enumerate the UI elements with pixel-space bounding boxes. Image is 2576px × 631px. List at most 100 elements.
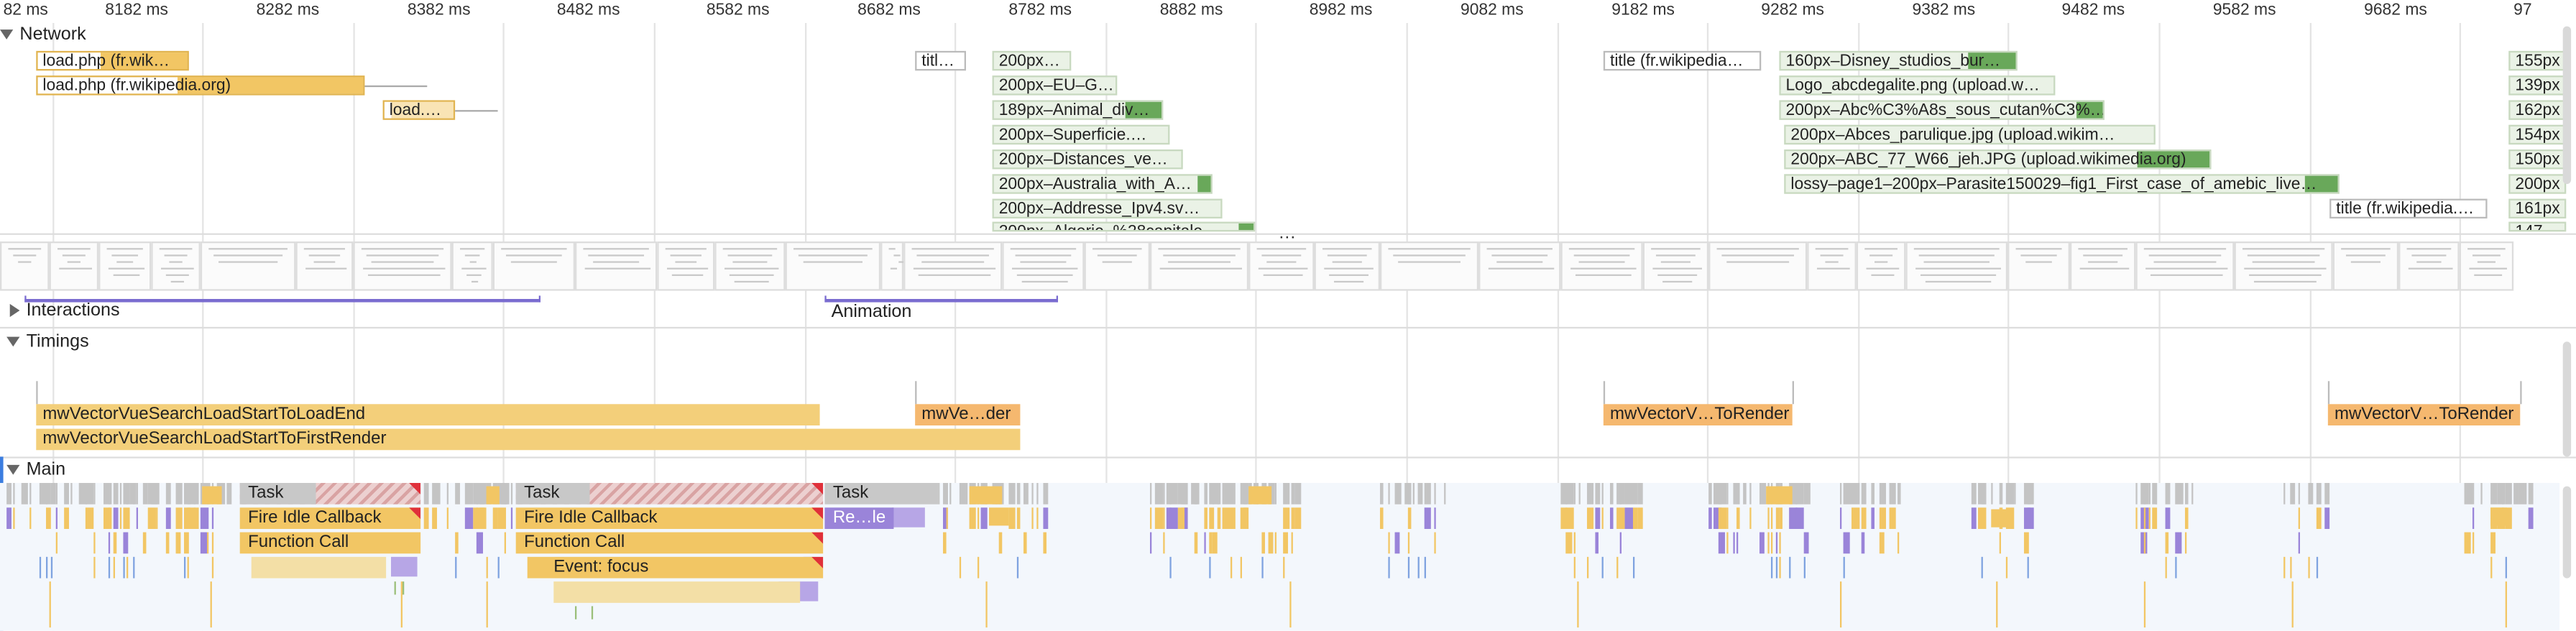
flame-mark[interactable] xyxy=(2298,532,2300,554)
network-request[interactable]: 189px–Animal_div… xyxy=(992,100,1164,120)
flame-mark[interactable] xyxy=(123,532,129,554)
flame-mark[interactable] xyxy=(136,507,138,529)
flame-mark[interactable] xyxy=(2023,532,2029,554)
network-request[interactable]: 200px–ABC_77_W66_jeh.JPG (upload.wikimed… xyxy=(1784,149,2212,170)
interaction-span[interactable] xyxy=(24,295,540,303)
flame-mark[interactable] xyxy=(39,556,42,579)
flame-mark[interactable] xyxy=(1417,556,1420,579)
flame-mark[interactable] xyxy=(2528,482,2534,505)
flame-mark[interactable] xyxy=(1031,507,1034,529)
flame-mark[interactable] xyxy=(2184,532,2187,554)
flame-mark[interactable] xyxy=(2148,482,2150,505)
flame-mark[interactable] xyxy=(1204,532,1206,554)
flame-mark[interactable] xyxy=(29,507,32,529)
flame-mark[interactable] xyxy=(1023,482,1029,505)
flame-mark[interactable] xyxy=(70,482,73,505)
flame-mark[interactable] xyxy=(504,482,508,505)
flame-mark[interactable] xyxy=(977,507,980,529)
performance-timeline[interactable]: 82 ms 8182 ms 8282 ms 8382 ms 8482 ms 85… xyxy=(0,0,2576,631)
task-block[interactable]: Task xyxy=(824,482,940,505)
flame-mark[interactable] xyxy=(1733,532,1735,554)
flame-mark[interactable] xyxy=(206,532,209,554)
flame-mark[interactable] xyxy=(2490,532,2496,554)
flame-mark[interactable] xyxy=(108,556,111,579)
flame-mark[interactable] xyxy=(2005,482,2015,505)
flame-mark[interactable] xyxy=(1619,532,1622,554)
flame-mark[interactable] xyxy=(1971,507,1977,529)
flame-mark[interactable] xyxy=(1889,507,1896,529)
flame-mark[interactable] xyxy=(2472,507,2475,529)
timing-measure[interactable]: mwVectorVueSearchLoadStartToFirstRender xyxy=(36,428,1021,451)
screenshot-thumbnail[interactable] xyxy=(2459,241,2514,291)
flame-mark[interactable] xyxy=(108,532,111,554)
flame-mark[interactable] xyxy=(64,507,69,529)
flame-mark[interactable] xyxy=(892,507,925,528)
flame-mark[interactable] xyxy=(1726,532,1729,554)
screenshot-thumbnail[interactable] xyxy=(200,241,296,291)
flame-mark[interactable] xyxy=(476,532,483,554)
timings-scrollbar[interactable] xyxy=(2562,341,2572,457)
flame-mark[interactable] xyxy=(1609,482,1614,505)
flame-mark[interactable] xyxy=(1031,482,1034,505)
flame-mark[interactable] xyxy=(510,482,513,505)
flame-mark[interactable] xyxy=(193,507,199,529)
flame-mark[interactable] xyxy=(1434,482,1436,505)
flame-mark[interactable] xyxy=(1851,507,1860,529)
network-scrollbar[interactable] xyxy=(2562,26,2572,184)
flame-mark[interactable] xyxy=(1795,482,1804,505)
flame-mark[interactable] xyxy=(1283,482,1290,505)
flame-mark[interactable] xyxy=(1843,556,1845,579)
screenshot-thumbnail[interactable] xyxy=(2069,241,2136,291)
flame-mark[interactable] xyxy=(1394,532,1400,554)
flame-mark[interactable] xyxy=(1879,532,1885,554)
flame-mark[interactable] xyxy=(119,482,122,505)
flame-mark[interactable] xyxy=(2324,507,2330,529)
screenshot-thumbnail[interactable] xyxy=(1248,241,1315,291)
flame-mark[interactable] xyxy=(1991,509,2011,528)
flame-mark[interactable] xyxy=(108,482,112,505)
flame-mark[interactable] xyxy=(486,581,488,628)
flame-mark[interactable] xyxy=(113,507,119,529)
flame-mark[interactable] xyxy=(1194,482,1200,505)
flame-mark[interactable] xyxy=(193,482,199,505)
network-request[interactable]: titl… xyxy=(915,50,966,71)
expand-triangle-icon[interactable] xyxy=(9,304,20,318)
flame-mark[interactable] xyxy=(464,507,474,529)
flame-mark[interactable] xyxy=(2184,507,2189,529)
flame-mark[interactable] xyxy=(13,507,15,529)
flame-mark[interactable] xyxy=(1601,482,1604,505)
flame-mark[interactable] xyxy=(1407,556,1410,579)
flame-mark[interactable] xyxy=(1023,532,1027,554)
flame-mark[interactable] xyxy=(969,486,1003,505)
flame-mark[interactable] xyxy=(1759,532,1765,554)
flame-mark[interactable] xyxy=(1779,556,1781,579)
flame-mark[interactable] xyxy=(1154,482,1164,505)
network-request[interactable]: 200px–Addresse_Ipv4.sv… xyxy=(992,198,1223,218)
flame-mark[interactable] xyxy=(2143,507,2146,529)
flame-mark[interactable] xyxy=(93,482,96,505)
screenshot-thumbnail[interactable] xyxy=(903,241,1003,291)
flame-mark[interactable] xyxy=(1595,507,1601,529)
flame-mark[interactable] xyxy=(2283,482,2286,505)
flame-mark[interactable] xyxy=(1726,482,1729,505)
flame-mark[interactable] xyxy=(1861,507,1867,529)
flame-mark[interactable] xyxy=(504,532,506,554)
flame-mark[interactable] xyxy=(2027,556,2029,579)
flame-mark[interactable] xyxy=(977,556,980,579)
flame-mark[interactable] xyxy=(2472,482,2475,505)
flame-mark[interactable] xyxy=(2308,482,2314,505)
flame-mark[interactable] xyxy=(2464,532,2471,554)
screenshot-thumbnail[interactable] xyxy=(1478,241,1561,291)
flame-mark[interactable] xyxy=(1779,507,1782,529)
fire-idle-callback-block[interactable]: Fire Idle Callback xyxy=(239,507,421,529)
flame-mark[interactable] xyxy=(2155,482,2158,505)
flame-mark[interactable] xyxy=(1230,507,1236,529)
flame-mark[interactable] xyxy=(1268,532,1274,554)
flame-mark[interactable] xyxy=(1243,482,1249,505)
screenshot-thumbnail[interactable] xyxy=(785,241,881,291)
flame-mark[interactable] xyxy=(1565,507,1574,529)
flame-mark[interactable] xyxy=(1379,507,1384,529)
flame-mark[interactable] xyxy=(1759,482,1767,505)
collapse-triangle-icon[interactable] xyxy=(6,336,20,347)
flame-mark[interactable] xyxy=(959,482,968,505)
